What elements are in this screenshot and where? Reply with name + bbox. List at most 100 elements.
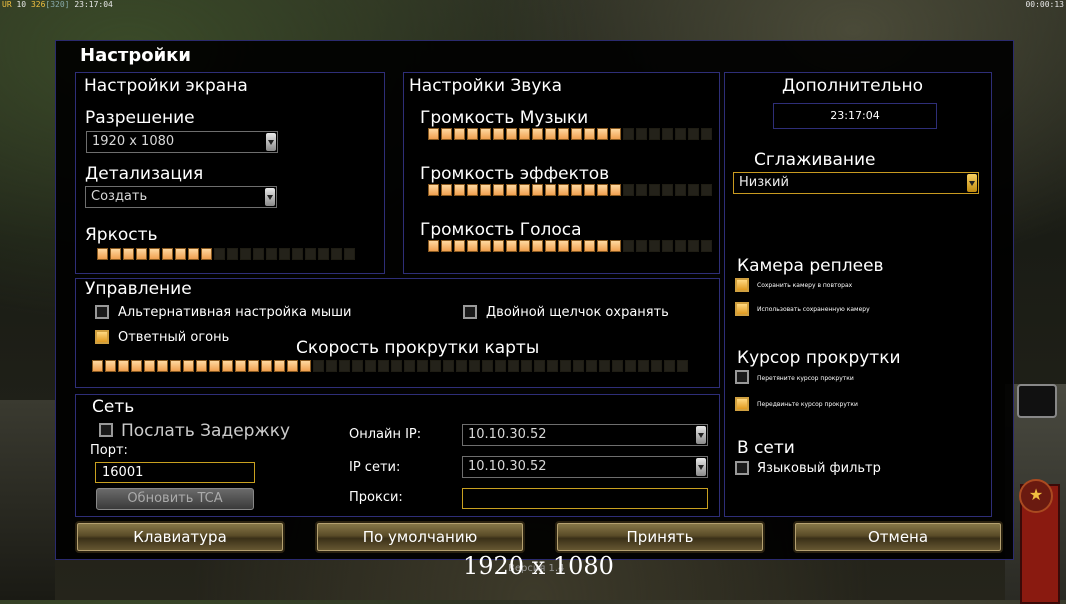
antialias-select[interactable]: Низкий: [733, 172, 979, 194]
resolution-select[interactable]: 1920 x 1080: [86, 131, 278, 153]
slider-segment: [662, 128, 673, 140]
slider-segment: [597, 184, 608, 196]
slider-segment: [480, 128, 491, 140]
detail-select[interactable]: Создать: [85, 186, 277, 208]
slider-segment: [157, 360, 168, 372]
slider-segment: [612, 360, 623, 372]
slider-segment: [545, 128, 556, 140]
resolution-value: 1920 x 1080: [92, 134, 175, 149]
slider-segment: [636, 128, 647, 140]
slider-segment: [318, 248, 329, 260]
online-ip-select[interactable]: 10.10.30.52: [462, 424, 708, 446]
slider-segment: [558, 240, 569, 252]
slider-segment: [519, 240, 530, 252]
slider-segment: [175, 248, 186, 260]
double-click-guard-checkbox[interactable]: [463, 305, 477, 319]
save-camera-checkbox[interactable]: [735, 278, 749, 292]
slider-segment: [261, 360, 272, 372]
slider-segment: [638, 360, 649, 372]
right-hud-panel: ★: [1005, 384, 1066, 604]
save-camera-label: Сохранить камеру в повторах: [757, 282, 853, 289]
slider-segment: [571, 184, 582, 196]
slider-segment: [532, 184, 543, 196]
effects-volume-slider[interactable]: [428, 184, 712, 196]
slider-segment: [274, 360, 285, 372]
slider-segment: [313, 360, 324, 372]
slider-segment: [480, 184, 491, 196]
move-cursor-checkbox[interactable]: [735, 397, 749, 411]
chevron-down-icon: [967, 174, 977, 192]
online-ip-value: 10.10.30.52: [468, 427, 547, 442]
chevron-down-icon: [696, 458, 706, 476]
slider-segment: [623, 184, 634, 196]
slider-segment: [675, 128, 686, 140]
retaliation-checkbox[interactable]: [95, 330, 109, 344]
send-delay-checkbox[interactable]: [99, 423, 113, 437]
language-filter-checkbox[interactable]: [735, 461, 749, 475]
scroll-speed-slider[interactable]: [92, 360, 688, 372]
slider-segment: [331, 248, 342, 260]
slider-segment: [584, 240, 595, 252]
slider-segment: [597, 128, 608, 140]
chevron-down-icon: [265, 188, 275, 206]
alt-mouse-checkbox[interactable]: [95, 305, 109, 319]
drag-cursor-checkbox[interactable]: [735, 370, 749, 384]
slider-segment: [573, 360, 584, 372]
sound-settings-header: Настройки Звука: [409, 76, 563, 96]
proxy-field[interactable]: [462, 488, 708, 509]
slider-segment: [480, 240, 491, 252]
slider-segment: [417, 360, 428, 372]
slider-segment: [467, 240, 478, 252]
slider-segment: [170, 360, 181, 372]
port-label: Порт:: [90, 443, 128, 458]
slider-segment: [532, 128, 543, 140]
slider-segment: [506, 240, 517, 252]
defaults-button[interactable]: По умолчанию: [315, 521, 525, 553]
language-filter-label: Языковый фильтр: [757, 461, 881, 476]
lan-ip-select[interactable]: 10.10.30.52: [462, 456, 708, 478]
music-volume-slider[interactable]: [428, 128, 712, 140]
brightness-slider[interactable]: [97, 248, 355, 260]
slider-segment: [599, 360, 610, 372]
slider-segment: [326, 360, 337, 372]
slider-segment: [391, 360, 402, 372]
slider-segment: [188, 248, 199, 260]
slider-segment: [248, 360, 259, 372]
slider-segment: [597, 240, 608, 252]
slider-segment: [545, 184, 556, 196]
slider-segment: [688, 128, 699, 140]
chevron-down-icon: [266, 133, 276, 151]
update-tca-button[interactable]: Обновить TCA: [96, 488, 254, 510]
slider-segment: [467, 184, 478, 196]
additional-header: Дополнительно: [782, 76, 923, 96]
slider-segment: [558, 128, 569, 140]
star-icon: ★: [1019, 479, 1053, 513]
chevron-down-icon: [696, 426, 706, 444]
accept-button[interactable]: Принять: [555, 521, 765, 553]
slider-segment: [136, 248, 147, 260]
slider-segment: [441, 128, 452, 140]
replay-camera-header: Камера реплеев: [737, 256, 884, 276]
slider-segment: [482, 360, 493, 372]
voice-volume-slider[interactable]: [428, 240, 712, 252]
slider-segment: [701, 240, 712, 252]
scroll-cursor-header: Курсор прокрутки: [737, 348, 901, 368]
slider-segment: [586, 360, 597, 372]
port-field[interactable]: 16001: [95, 462, 255, 483]
slider-segment: [428, 128, 439, 140]
slider-segment: [636, 184, 647, 196]
slider-segment: [493, 128, 504, 140]
keyboard-button[interactable]: Клавиатура: [75, 521, 285, 553]
detail-label: Детализация: [85, 164, 204, 184]
cancel-button[interactable]: Отмена: [793, 521, 1003, 553]
slider-segment: [506, 128, 517, 140]
resolution-label: Разрешение: [85, 108, 195, 128]
slider-segment: [339, 360, 350, 372]
resolution-overlay: 1920 x 1080: [463, 552, 614, 580]
slider-segment: [469, 360, 480, 372]
slider-segment: [688, 240, 699, 252]
slider-segment: [701, 128, 712, 140]
slider-segment: [201, 248, 212, 260]
use-saved-camera-checkbox[interactable]: [735, 302, 749, 316]
slider-segment: [508, 360, 519, 372]
